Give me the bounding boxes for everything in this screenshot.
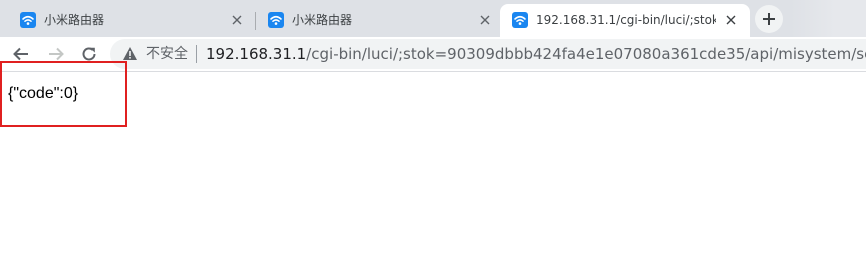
tab-title: 192.168.31.1/cgi-bin/luci/;stok (536, 13, 716, 27)
tab-title: 小米路由器 (44, 13, 105, 27)
divider (196, 45, 197, 63)
tab-xiaomi-router-2[interactable]: 小米路由器 (256, 4, 500, 37)
security-label[interactable]: 不安全 (146, 45, 188, 63)
tab-active-router-api[interactable]: 192.168.31.1/cgi-bin/luci/;stok (500, 4, 750, 37)
json-response-text: {"code":0} (8, 85, 79, 102)
url-text[interactable]: 192.168.31.1/cgi-bin/luci/;stok=90309dbb… (206, 45, 866, 63)
close-icon[interactable] (228, 11, 246, 29)
tab-title: 小米路由器 (292, 13, 353, 27)
address-bar[interactable]: 不安全 192.168.31.1/cgi-bin/luci/;stok=9030… (110, 39, 866, 69)
wifi-icon (20, 12, 36, 28)
tab-xiaomi-router-1[interactable]: 小米路由器 (8, 4, 254, 37)
plus-icon (763, 13, 775, 25)
new-tab-button[interactable] (755, 5, 783, 33)
wifi-icon (512, 12, 528, 28)
page-content: {"code":0} (0, 61, 866, 277)
url-path: /cgi-bin/luci/;stok=90309dbbb424fa4e1e07… (306, 45, 866, 63)
close-icon[interactable] (476, 11, 494, 29)
tab-strip: 小米路由器 小米路由器 192.168.31.1/cgi-bin/luci/;s… (0, 0, 866, 37)
browser-toolbar: 不安全 192.168.31.1/cgi-bin/luci/;stok=9030… (0, 37, 866, 72)
wifi-icon (268, 12, 284, 28)
close-icon[interactable] (722, 11, 740, 29)
tabstrip-fade (790, 0, 866, 37)
url-host: 192.168.31.1 (206, 45, 307, 63)
browser-window: 小米路由器 小米路由器 192.168.31.1/cgi-bin/luci/;s… (0, 0, 866, 277)
